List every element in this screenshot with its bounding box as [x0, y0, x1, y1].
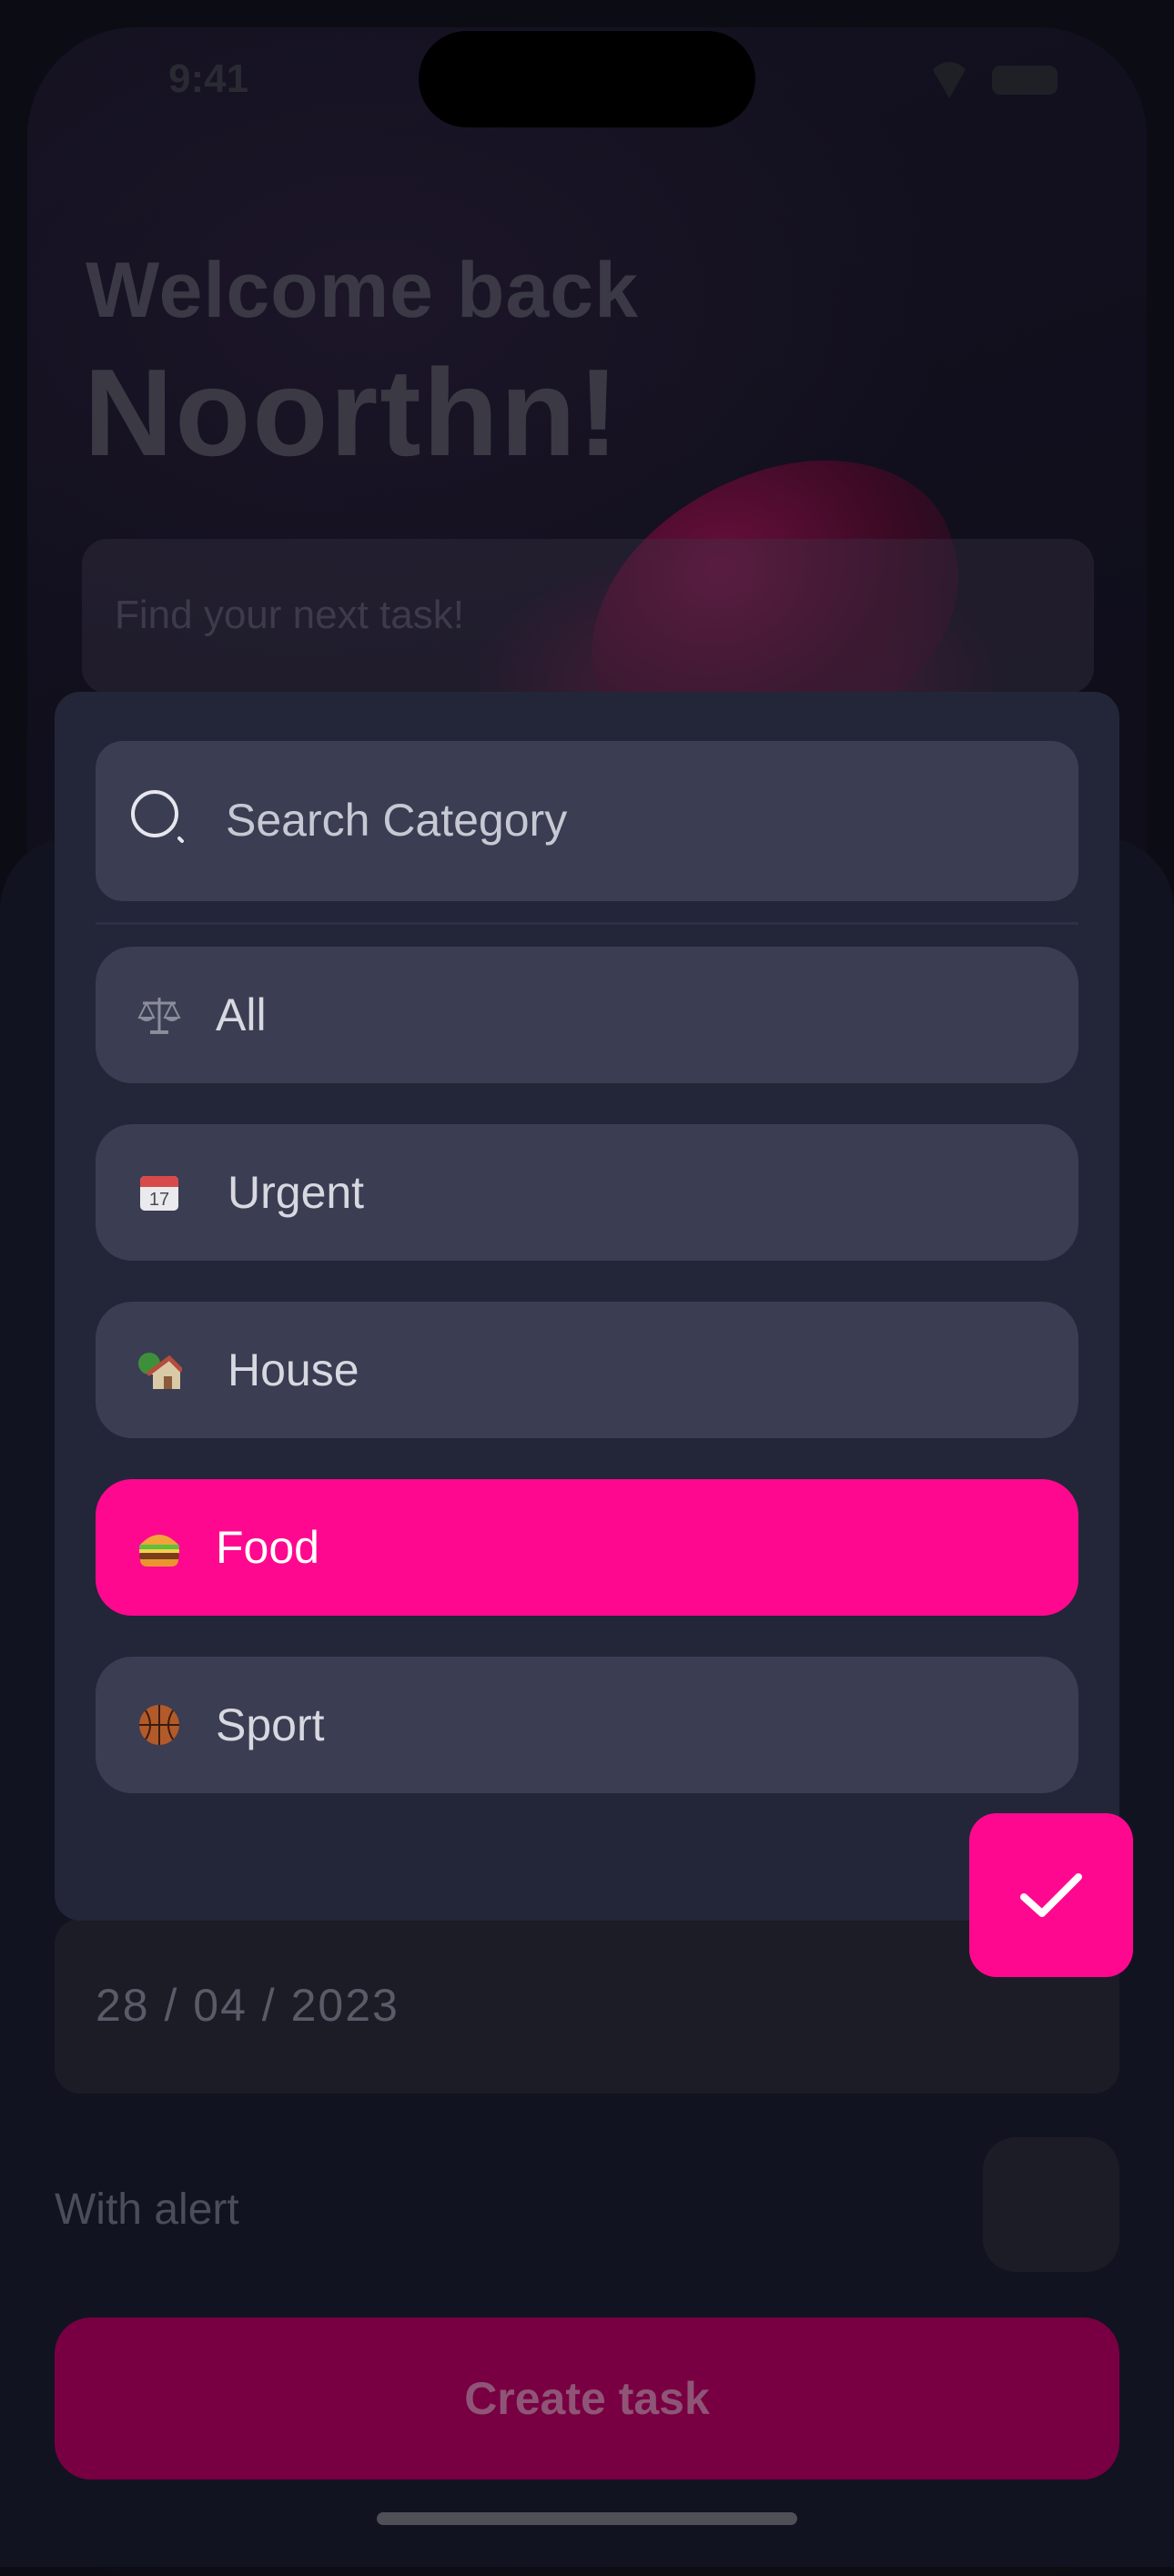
status-time: 9:41 — [168, 56, 249, 101]
category-item-urgent[interactable]: 17 Urgent — [96, 1124, 1078, 1261]
category-item-sport[interactable]: Sport — [96, 1657, 1078, 1793]
house-icon — [136, 1346, 183, 1394]
svg-text:17: 17 — [149, 1190, 169, 1210]
category-label: Food — [216, 1522, 319, 1573]
category-label: All — [216, 989, 267, 1040]
category-label: Urgent — [228, 1167, 365, 1218]
calendar-icon: 17 — [136, 1169, 183, 1216]
home-indicator — [377, 2512, 797, 2525]
alert-checkbox[interactable] — [983, 2137, 1119, 2272]
status-icons — [910, 60, 1058, 98]
category-label: Sport — [216, 1699, 325, 1750]
category-label: House — [228, 1344, 359, 1395]
category-search-input[interactable] — [226, 790, 1045, 850]
task-search-placeholder: Find your next task! — [115, 593, 464, 637]
category-item-food[interactable]: Food — [96, 1479, 1078, 1616]
date-value: 28 / 04 / 2023 — [96, 1980, 400, 2031]
scales-icon — [136, 991, 183, 1039]
burger-icon — [136, 1524, 183, 1571]
user-name-heading: Noorthn! — [84, 343, 622, 482]
battery-icon — [992, 66, 1058, 95]
checkmark-icon — [1020, 1873, 1082, 1917]
alert-label: With alert — [55, 2186, 239, 2234]
search-icon — [131, 790, 184, 843]
category-item-house[interactable]: House — [96, 1302, 1078, 1438]
confirm-category-button[interactable] — [969, 1813, 1133, 1977]
basketball-icon — [136, 1701, 183, 1749]
welcome-heading: Welcome back — [86, 247, 639, 334]
wifi-icon — [928, 62, 970, 98]
search-divider — [96, 922, 1078, 925]
create-task-button[interactable]: Create task — [55, 2317, 1119, 2480]
category-item-all[interactable]: All — [96, 947, 1078, 1083]
dynamic-island — [419, 31, 755, 127]
